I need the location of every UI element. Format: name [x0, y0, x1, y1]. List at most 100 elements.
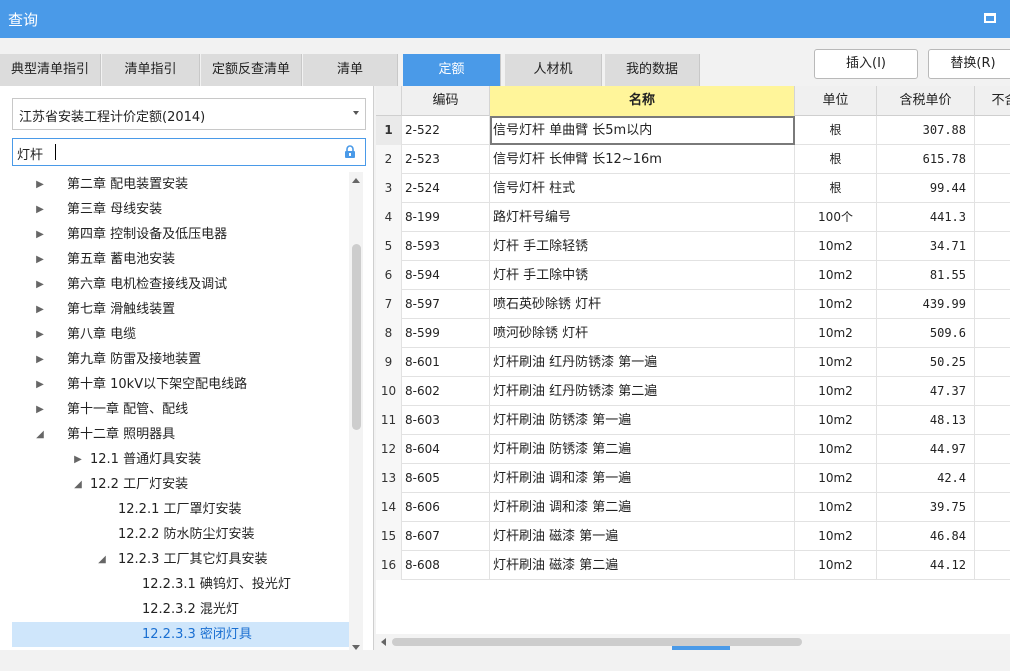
- name-cell[interactable]: 灯杆刷油 红丹防锈漆 第二遍: [490, 377, 795, 406]
- tree-item[interactable]: ◢ 第十二章 照明器具: [12, 422, 350, 447]
- tree-item[interactable]: ▶ 第九章 防雷及接地装置: [12, 347, 350, 372]
- scroll-up-icon[interactable]: [352, 178, 360, 183]
- expand-arrow-icon[interactable]: ▶: [34, 372, 46, 397]
- tab-quota[interactable]: 定额: [403, 54, 501, 86]
- collapse-arrow-icon[interactable]: ◢: [72, 472, 84, 497]
- row-number[interactable]: 4: [376, 203, 402, 232]
- price-cell[interactable]: 615.78: [877, 145, 975, 174]
- table-row[interactable]: 1 2-522 信号灯杆 单曲臂 长5m以内根 307.88: [376, 116, 1010, 145]
- tree-item[interactable]: ▶ 12.1 普通灯具安装: [12, 447, 350, 472]
- collapse-arrow-icon[interactable]: ◢: [34, 422, 46, 447]
- expand-arrow-icon[interactable]: ▶: [34, 222, 46, 247]
- name-cell[interactable]: 灯杆刷油 调和漆 第一遍: [490, 464, 795, 493]
- code-cell[interactable]: 8-602: [402, 377, 490, 406]
- row-number[interactable]: 13: [376, 464, 402, 493]
- row-number[interactable]: 12: [376, 435, 402, 464]
- table-row[interactable]: 16 8-608 灯杆刷油 磁漆 第二遍 10m2 44.12: [376, 551, 1010, 580]
- price-excl-cell[interactable]: [975, 116, 1010, 145]
- tab-typical-list-guide[interactable]: 典型清单指引: [0, 54, 101, 86]
- name-cell[interactable]: 路灯杆号编号: [490, 203, 795, 232]
- name-cell[interactable]: 喷河砂除锈 灯杆: [490, 319, 795, 348]
- row-number[interactable]: 3: [376, 174, 402, 203]
- header-name[interactable]: 名称: [490, 86, 795, 116]
- row-number[interactable]: 15: [376, 522, 402, 551]
- search-lock-icon[interactable]: [343, 145, 357, 159]
- code-cell[interactable]: 8-605: [402, 464, 490, 493]
- name-cell[interactable]: 灯杆刷油 磁漆 第一遍: [490, 522, 795, 551]
- tab-list-guide[interactable]: 清单指引: [102, 54, 200, 86]
- unit-cell[interactable]: 10m2: [795, 551, 877, 580]
- price-excl-cell[interactable]: [975, 174, 1010, 203]
- maximize-icon[interactable]: [984, 13, 996, 23]
- price-cell[interactable]: 44.97: [877, 435, 975, 464]
- expand-arrow-icon[interactable]: ▶: [34, 397, 46, 422]
- price-excl-cell[interactable]: [975, 145, 1010, 174]
- table-row[interactable]: 4 8-199 路灯杆号编号 100个 441.3: [376, 203, 1010, 232]
- code-cell[interactable]: 8-606: [402, 493, 490, 522]
- tab-labor-material-machine[interactable]: 人材机: [505, 54, 602, 86]
- table-row[interactable]: 9 8-601 灯杆刷油 红丹防锈漆 第一遍 10m2 50.25: [376, 348, 1010, 377]
- code-cell[interactable]: 8-601: [402, 348, 490, 377]
- tree-item[interactable]: ▶ 第二章 配电装置安装: [12, 172, 350, 197]
- tab-my-data[interactable]: 我的数据: [605, 54, 700, 86]
- code-cell[interactable]: 8-599: [402, 319, 490, 348]
- tree-item[interactable]: 12.2.1 工厂罩灯安装: [12, 497, 350, 522]
- price-cell[interactable]: 439.99: [877, 290, 975, 319]
- name-cell[interactable]: 灯杆刷油 红丹防锈漆 第一遍: [490, 348, 795, 377]
- tree-item[interactable]: ▶ 第五章 蓄电池安装: [12, 247, 350, 272]
- price-excl-cell[interactable]: [975, 348, 1010, 377]
- price-cell[interactable]: 81.55: [877, 261, 975, 290]
- table-row[interactable]: 2 2-523 信号灯杆 长伸臂 长12~16m 根 615.78: [376, 145, 1010, 174]
- table-row[interactable]: 12 8-604 灯杆刷油 防锈漆 第二遍 10m2 44.97: [376, 435, 1010, 464]
- unit-cell[interactable]: 10m2: [795, 493, 877, 522]
- code-cell[interactable]: 8-604: [402, 435, 490, 464]
- unit-cell[interactable]: 根: [795, 174, 877, 203]
- unit-cell[interactable]: 10m2: [795, 290, 877, 319]
- expand-arrow-icon[interactable]: ▶: [34, 347, 46, 372]
- tree-item[interactable]: ▶ 第四章 控制设备及低压电器: [12, 222, 350, 247]
- unit-cell[interactable]: 10m2: [795, 319, 877, 348]
- name-cell[interactable]: 灯杆 手工除轻锈: [490, 232, 795, 261]
- price-excl-cell[interactable]: [975, 493, 1010, 522]
- table-scroll-thumb[interactable]: [392, 638, 802, 646]
- price-excl-cell[interactable]: [975, 203, 1010, 232]
- expand-arrow-icon[interactable]: ▶: [34, 322, 46, 347]
- unit-cell[interactable]: 10m2: [795, 406, 877, 435]
- code-cell[interactable]: 8-593: [402, 232, 490, 261]
- price-excl-cell[interactable]: [975, 290, 1010, 319]
- expand-arrow-icon[interactable]: ▶: [34, 247, 46, 272]
- row-number[interactable]: 14: [376, 493, 402, 522]
- code-cell[interactable]: 8-199: [402, 203, 490, 232]
- price-cell[interactable]: 42.4: [877, 464, 975, 493]
- row-number[interactable]: 6: [376, 261, 402, 290]
- tree-item[interactable]: ◢ 12.2.3 工厂其它灯具安装: [12, 547, 350, 572]
- tree-item[interactable]: 12.2.2 防水防尘灯安装: [12, 522, 350, 547]
- quota-library-select[interactable]: 江苏省安装工程计价定额(2014): [12, 98, 366, 130]
- code-cell[interactable]: 8-607: [402, 522, 490, 551]
- name-cell[interactable]: 信号灯杆 柱式: [490, 174, 795, 203]
- unit-cell[interactable]: 10m2: [795, 261, 877, 290]
- replace-button[interactable]: 替换(R): [928, 49, 1010, 79]
- price-excl-cell[interactable]: [975, 435, 1010, 464]
- unit-cell[interactable]: 根: [795, 116, 877, 145]
- name-cell[interactable]: 灯杆刷油 调和漆 第二遍: [490, 493, 795, 522]
- table-row[interactable]: 11 8-603 灯杆刷油 防锈漆 第一遍 10m2 48.13: [376, 406, 1010, 435]
- price-cell[interactable]: 441.3: [877, 203, 975, 232]
- tree-item[interactable]: 12.2.3.2 混光灯: [12, 597, 350, 622]
- unit-cell[interactable]: 根: [795, 145, 877, 174]
- collapse-arrow-icon[interactable]: ◢: [96, 547, 108, 572]
- table-row[interactable]: 8 8-599 喷河砂除锈 灯杆 10m2 509.6: [376, 319, 1010, 348]
- tree-item[interactable]: 12.2.3.1 碘钨灯、投光灯: [12, 572, 350, 597]
- unit-cell[interactable]: 10m2: [795, 348, 877, 377]
- row-number[interactable]: 16: [376, 551, 402, 580]
- price-cell[interactable]: 44.12: [877, 551, 975, 580]
- price-excl-cell[interactable]: [975, 377, 1010, 406]
- price-cell[interactable]: 46.84: [877, 522, 975, 551]
- table-row[interactable]: 13 8-605 灯杆刷油 调和漆 第一遍 10m2 42.4: [376, 464, 1010, 493]
- expand-arrow-icon[interactable]: ▶: [34, 172, 46, 197]
- price-excl-cell[interactable]: [975, 406, 1010, 435]
- tree-item[interactable]: ▶ 第七章 滑触线装置: [12, 297, 350, 322]
- table-row[interactable]: 14 8-606 灯杆刷油 调和漆 第二遍 10m2 39.75: [376, 493, 1010, 522]
- row-number[interactable]: 9: [376, 348, 402, 377]
- unit-cell[interactable]: 10m2: [795, 232, 877, 261]
